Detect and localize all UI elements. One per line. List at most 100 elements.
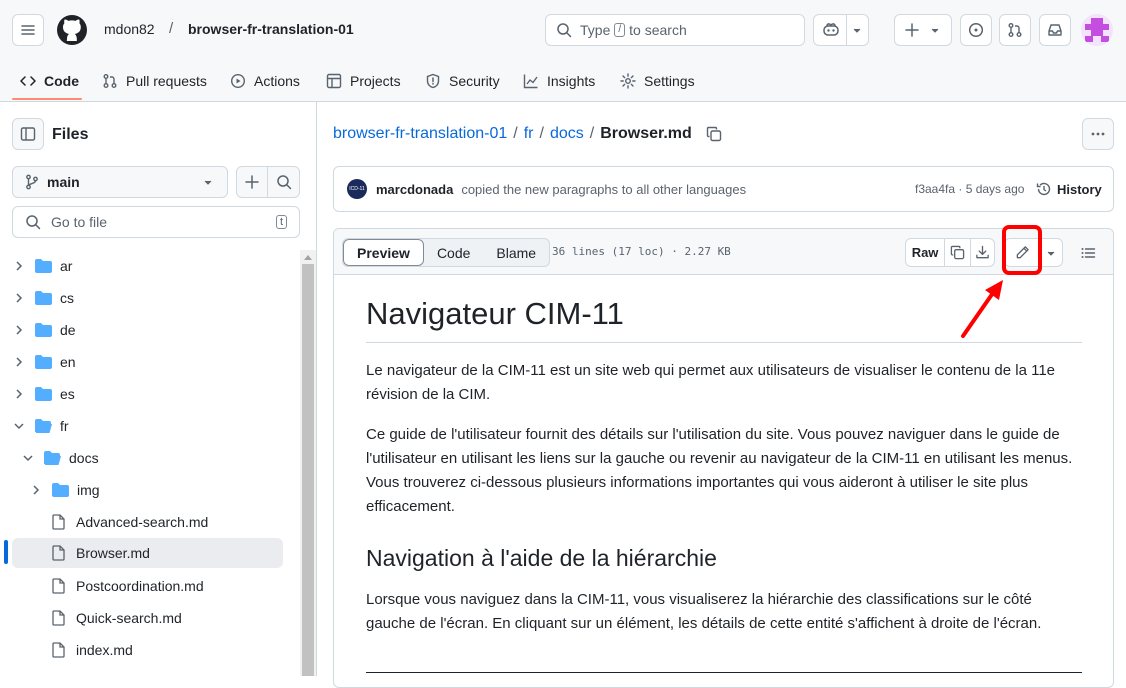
tree-item-en[interactable]: en: [0, 347, 300, 377]
search-input[interactable]: Type / to search: [545, 14, 805, 46]
breadcrumb-current-file: Browser.md: [600, 125, 692, 142]
history-label: History: [1057, 181, 1102, 197]
owner-link[interactable]: mdon82: [104, 21, 155, 37]
collapse-sidebar-button[interactable]: [12, 118, 44, 150]
create-new-button[interactable]: [894, 14, 952, 46]
commit-sha-time[interactable]: f3aa4fa · 5 days ago: [915, 182, 1024, 196]
tab-insights[interactable]: Insights: [523, 60, 595, 102]
inbox-icon: [1048, 24, 1062, 36]
tab-label: Settings: [644, 73, 695, 89]
blame-tab[interactable]: Blame: [483, 239, 549, 266]
tree-item-docs[interactable]: docs: [0, 443, 300, 473]
pull-requests-button[interactable]: [999, 14, 1031, 46]
breadcrumb-repo-link[interactable]: browser-fr-translation-01: [333, 125, 507, 143]
chevron-down-icon: [23, 455, 33, 462]
copy-raw-button[interactable]: [945, 239, 971, 266]
tree-item-ar[interactable]: ar: [0, 251, 300, 281]
hamburger-menu-button[interactable]: [12, 14, 44, 46]
active-tab-underline: [12, 98, 82, 100]
go-to-file-shortcut: t: [275, 215, 287, 229]
chevron-right-icon: [16, 261, 23, 271]
search-icon: [276, 175, 291, 190]
tab-pull-requests[interactable]: Pull requests: [102, 60, 207, 102]
file-icon: [52, 642, 65, 658]
folder-open-icon: [35, 419, 52, 433]
tab-security[interactable]: Security: [425, 60, 500, 102]
tab-projects[interactable]: Projects: [326, 60, 401, 102]
pull-request-icon: [103, 74, 117, 88]
tree-item-advanced-search[interactable]: Advanced-search.md: [0, 507, 300, 537]
file-icon: [52, 514, 65, 530]
tab-actions[interactable]: Actions: [230, 60, 300, 102]
raw-button[interactable]: Raw: [906, 239, 946, 266]
markdown-body: Navigateur CIM-11 Le navigateur de la CI…: [366, 296, 1082, 636]
tree-item-label: en: [60, 354, 76, 370]
commit-author[interactable]: marcdonada: [376, 182, 453, 197]
breadcrumb-separator: /: [539, 125, 544, 142]
file-icon: [52, 610, 65, 626]
repo-nav: Code Pull requests Actions Projects Secu…: [0, 60, 1126, 102]
issues-button[interactable]: [960, 14, 992, 46]
search-shortcut-key: /: [614, 23, 626, 37]
shield-icon: [426, 73, 440, 89]
tab-code[interactable]: Code: [20, 60, 79, 102]
more-options-button[interactable]: [1082, 118, 1114, 150]
add-file-button[interactable]: [236, 166, 268, 198]
sidebar-scrollbar-thumb[interactable]: [302, 264, 314, 676]
commit-message[interactable]: copied the new paragraphs to all other l…: [461, 182, 746, 197]
tree-item-label: de: [60, 322, 76, 338]
scroll-up-arrow-icon[interactable]: [303, 253, 313, 261]
inbox-button[interactable]: [1039, 14, 1071, 46]
download-button[interactable]: [971, 239, 994, 266]
pull-request-icon: [1008, 23, 1022, 37]
search-suffix: to search: [629, 22, 687, 38]
folder-open-icon: [44, 451, 61, 465]
markdown-paragraph: Le navigateur de la CIM-11 est un site w…: [366, 362, 1056, 403]
preview-tab[interactable]: Preview: [343, 239, 424, 266]
tree-item-label: docs: [69, 450, 99, 466]
copilot-button[interactable]: [813, 14, 869, 46]
repo-link[interactable]: browser-fr-translation-01: [188, 21, 354, 37]
tree-item-label: Advanced-search.md: [76, 514, 209, 530]
breadcrumb-fr-link[interactable]: fr: [524, 125, 534, 143]
tree-item-es[interactable]: es: [0, 379, 300, 409]
tree-item-postcoordination[interactable]: Postcoordination.md: [0, 571, 300, 601]
tree-item-quick-search[interactable]: Quick-search.md: [0, 603, 300, 633]
tree-item-index[interactable]: index.md: [0, 635, 300, 665]
sidebar-collapse-icon: [20, 127, 36, 141]
chevron-right-icon: [33, 485, 40, 495]
copy-path-icon[interactable]: [706, 126, 722, 142]
outline-button[interactable]: [1072, 238, 1104, 267]
tree-item-de[interactable]: de: [0, 315, 300, 345]
search-icon: [557, 23, 572, 38]
play-icon: [230, 73, 246, 89]
folder-icon: [35, 355, 52, 369]
search-files-button[interactable]: [267, 166, 300, 198]
markdown-paragraph: Ce guide de l'utilisateur fournit des dé…: [366, 426, 1073, 515]
file-tree-sidebar: Files main Go to file t ar cs de en es f…: [0, 102, 317, 676]
top-header: mdon82 / browser-fr-translation-01 Type …: [0, 0, 1126, 102]
branch-selector[interactable]: main: [12, 166, 228, 198]
files-heading: Files: [52, 126, 89, 143]
menu-icon: [21, 25, 35, 35]
tree-item-img[interactable]: img: [0, 475, 300, 505]
tree-item-fr[interactable]: fr: [0, 411, 300, 441]
code-tab[interactable]: Code: [424, 239, 483, 266]
file-header: Preview Code Blame 36 lines (17 loc) · 2…: [334, 229, 1113, 275]
go-to-file-placeholder: Go to file: [51, 214, 108, 230]
plus-icon: [245, 175, 259, 189]
tab-settings[interactable]: Settings: [620, 60, 695, 102]
chevron-right-icon: [16, 389, 23, 399]
tree-item-browser[interactable]: Browser.md: [12, 538, 283, 568]
graph-icon: [523, 74, 538, 89]
code-icon: [20, 76, 36, 86]
github-logo-icon[interactable]: [56, 14, 88, 46]
edit-dropdown-button[interactable]: [1040, 239, 1062, 266]
commit-author-avatar[interactable]: ICD-11: [347, 179, 367, 199]
search-prefix: Type: [580, 22, 611, 38]
breadcrumb-docs-link[interactable]: docs: [550, 125, 584, 143]
history-button[interactable]: History: [1036, 181, 1102, 197]
avatar[interactable]: [1081, 14, 1113, 46]
tree-item-cs[interactable]: cs: [0, 283, 300, 313]
go-to-file-input[interactable]: Go to file t: [12, 206, 300, 238]
